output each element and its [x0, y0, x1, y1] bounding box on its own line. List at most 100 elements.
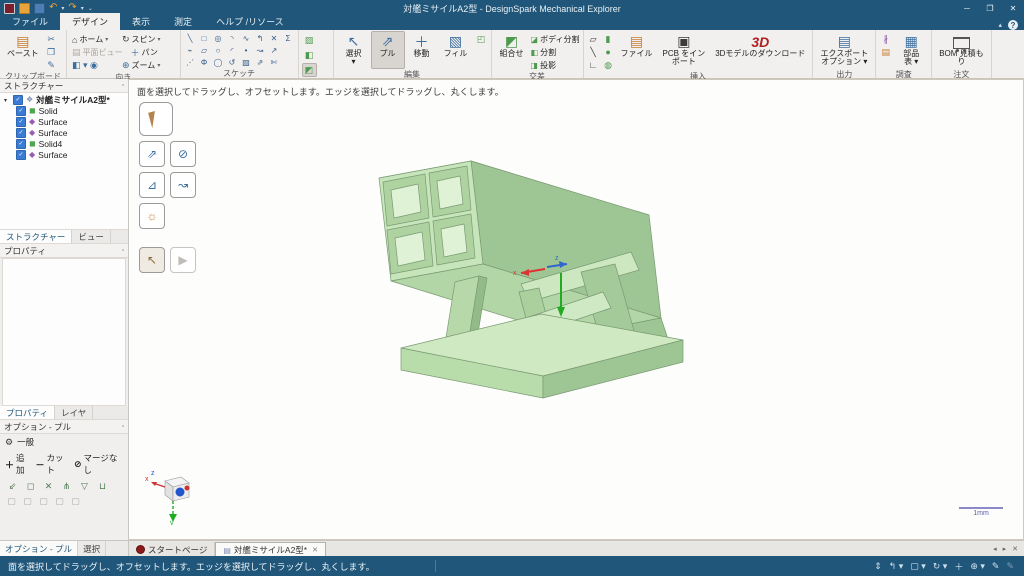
pull-mode-option[interactable]: ⊘ マージなし	[74, 452, 123, 476]
tab-layers[interactable]: レイヤ	[55, 406, 94, 419]
item-label[interactable]: Surface	[38, 117, 67, 127]
orient-tool[interactable]: ＋パン	[129, 46, 177, 59]
clipboard-tool-icon[interactable]: ✎	[45, 59, 58, 71]
insert-tool-icon[interactable]: ●	[602, 46, 615, 58]
sketch-tool-icon[interactable]: □	[198, 33, 211, 44]
pull-mode-option[interactable]: －カット	[35, 452, 70, 476]
options-general-row[interactable]: ⚙ 一般	[0, 434, 128, 450]
orient-tool[interactable]: ▤ 平面ビュー	[70, 46, 127, 59]
pull-option-icon[interactable]: ◻	[23, 479, 38, 493]
note-icon[interactable]: ▤	[879, 46, 892, 58]
status-tool-icon[interactable]: ✎	[1006, 561, 1014, 572]
tab-start-page[interactable]: スタートページ	[129, 542, 216, 557]
export-options-button[interactable]: ▤ エクスポート オプション ▾	[816, 31, 872, 69]
item-label[interactable]: Solid4	[39, 139, 63, 149]
sketch-tool-icon[interactable]: ○	[212, 45, 225, 56]
root-label[interactable]: 対艦ミサイルA2型*	[36, 94, 110, 106]
sketch-tool-icon[interactable]: ↰	[254, 33, 267, 44]
orient-tool[interactable]: ⌂ ホーム ▾	[70, 33, 118, 46]
edit-tool-button[interactable]: ⇗ プル	[370, 31, 405, 69]
select-tool-button[interactable]	[139, 102, 173, 136]
customize-toolbar-icon[interactable]: ⌄	[88, 5, 93, 12]
measure-icon[interactable]: ∦	[879, 33, 892, 45]
close-tab-icon[interactable]: ✕	[312, 546, 318, 554]
save-icon[interactable]	[34, 2, 45, 14]
sketch-tool-icon[interactable]: ∿	[240, 33, 253, 44]
tab-help[interactable]: ヘルプ /リソース	[204, 13, 296, 30]
sketch-tool-icon[interactable]: •	[240, 45, 253, 56]
tree-item-row[interactable]: ✓ ◆ Surface	[0, 128, 128, 138]
tab-design[interactable]: デザイン	[60, 13, 121, 30]
undo-icon[interactable]: ↶	[49, 3, 57, 13]
sketch-tool-icon[interactable]: ▨	[240, 57, 253, 68]
ruler-tool-button[interactable]: ⊿	[139, 172, 165, 198]
paste-button[interactable]: ▤ ペースト	[3, 31, 43, 60]
pull-mode-option[interactable]: ＋追加	[5, 452, 31, 476]
tab-nav-icon[interactable]: ✕	[1012, 545, 1018, 553]
pull-option-icon[interactable]: ▽	[77, 479, 92, 493]
sketch-tool-icon[interactable]: ◜	[226, 45, 239, 56]
item-checkbox[interactable]: ✓	[16, 139, 26, 149]
tree-item-row[interactable]: ✓ ◆ Surface	[0, 117, 128, 127]
sketch-tool-icon[interactable]: ⋰	[184, 57, 197, 68]
edit-extra-icon[interactable]: ◰	[475, 33, 488, 45]
bom-table-button[interactable]: ▦ 部品 表 ▾	[894, 31, 928, 69]
pull-option-icon[interactable]: ⊔	[95, 479, 110, 493]
mode-tool-icon[interactable]: ▨	[302, 33, 317, 47]
status-tool-icon[interactable]: ＋	[954, 560, 963, 573]
sketch-tool-icon[interactable]: ◝	[226, 33, 239, 44]
edit-tool-button[interactable]: ↖ 選択 ▾	[337, 31, 371, 69]
insert-file-button[interactable]: ▤ ファイル	[617, 31, 657, 60]
item-checkbox[interactable]: ✓	[16, 117, 26, 127]
tree-item-row[interactable]: ✓ ◼ Solid	[0, 106, 128, 116]
item-label[interactable]: Surface	[38, 150, 67, 160]
copy-pull-button[interactable]: ↖	[139, 247, 165, 273]
combine-button[interactable]: ◩ 組合せ	[495, 31, 529, 60]
open-file-icon[interactable]	[19, 2, 30, 14]
bom-quote-button[interactable]: BOM 見積も り	[935, 31, 987, 69]
sketch-tool-icon[interactable]: ↝	[254, 45, 267, 56]
sketch-tool-icon[interactable]: ◎	[212, 33, 225, 44]
sketch-tool-icon[interactable]: ✕	[268, 33, 281, 44]
clipboard-tool-icon[interactable]: ❐	[45, 46, 58, 58]
pull-option-icon[interactable]: ✕	[41, 479, 56, 493]
intersect-tool[interactable]: ◪ ボディ分割	[531, 33, 580, 45]
pull-direction-button[interactable]: ⇗	[139, 141, 165, 167]
tab-view[interactable]: ビュー	[72, 230, 111, 243]
edit-tool-button[interactable]: ▧ フィル	[439, 31, 473, 69]
sketch-tool-icon[interactable]: ◯	[212, 57, 225, 68]
tree-item-row[interactable]: ✓ ◼ Solid4	[0, 139, 128, 149]
insert-tool-icon[interactable]: ╲	[587, 46, 600, 58]
redo-icon[interactable]: ↷	[68, 3, 76, 13]
sketch-tool-icon[interactable]: ▱	[198, 45, 211, 56]
tab-nav-icon[interactable]: ◂	[993, 545, 997, 553]
status-tool-icon[interactable]: ▢ ▾	[910, 561, 926, 572]
status-tool-icon[interactable]: ✎	[992, 561, 1000, 572]
minimize-button[interactable]: ─	[956, 1, 978, 15]
tab-measure[interactable]: 測定	[162, 13, 204, 30]
close-button[interactable]: ✕	[1002, 1, 1024, 15]
orient-tool[interactable]: ↻ スピン ▾	[120, 33, 168, 46]
restore-button[interactable]: ❐	[979, 1, 1001, 15]
tab-document[interactable]: ▤ 対艦ミサイルA2型* ✕	[215, 542, 326, 557]
insert-tool-icon[interactable]: ◍	[602, 59, 615, 71]
tree-item-row[interactable]: ✓ ◆ Surface	[0, 150, 128, 160]
tab-structure[interactable]: ストラクチャー	[0, 230, 73, 243]
sketch-tool-icon[interactable]: ✄	[268, 57, 281, 68]
mode-tool-icon[interactable]: ◩	[301, 63, 317, 77]
tab-nav-icon[interactable]: ▸	[1003, 545, 1007, 553]
pull-option-icon[interactable]: ⋔	[59, 479, 74, 493]
help-icon[interactable]: ?	[1008, 20, 1018, 30]
mode-tool-icon[interactable]: ◧	[302, 48, 317, 62]
item-checkbox[interactable]: ✓	[16, 150, 26, 160]
insert-tool-icon[interactable]: ▱	[587, 33, 600, 45]
undo-dropdown-icon[interactable]: ▾	[61, 5, 64, 12]
status-tool-icon[interactable]: ↰ ▾	[889, 561, 904, 572]
sketch-tool-icon[interactable]: Σ	[282, 33, 295, 44]
redo-dropdown-icon[interactable]: ▾	[81, 5, 84, 12]
orient-tool[interactable]: ◧ ▾ ◉	[70, 59, 118, 72]
full-pull-button[interactable]: ☼	[139, 203, 165, 229]
no-rotate-button[interactable]: ⊘	[170, 141, 196, 167]
status-tool-icon[interactable]: ⇕	[874, 561, 882, 572]
sketch-tool-icon[interactable]: ╲	[184, 33, 197, 44]
